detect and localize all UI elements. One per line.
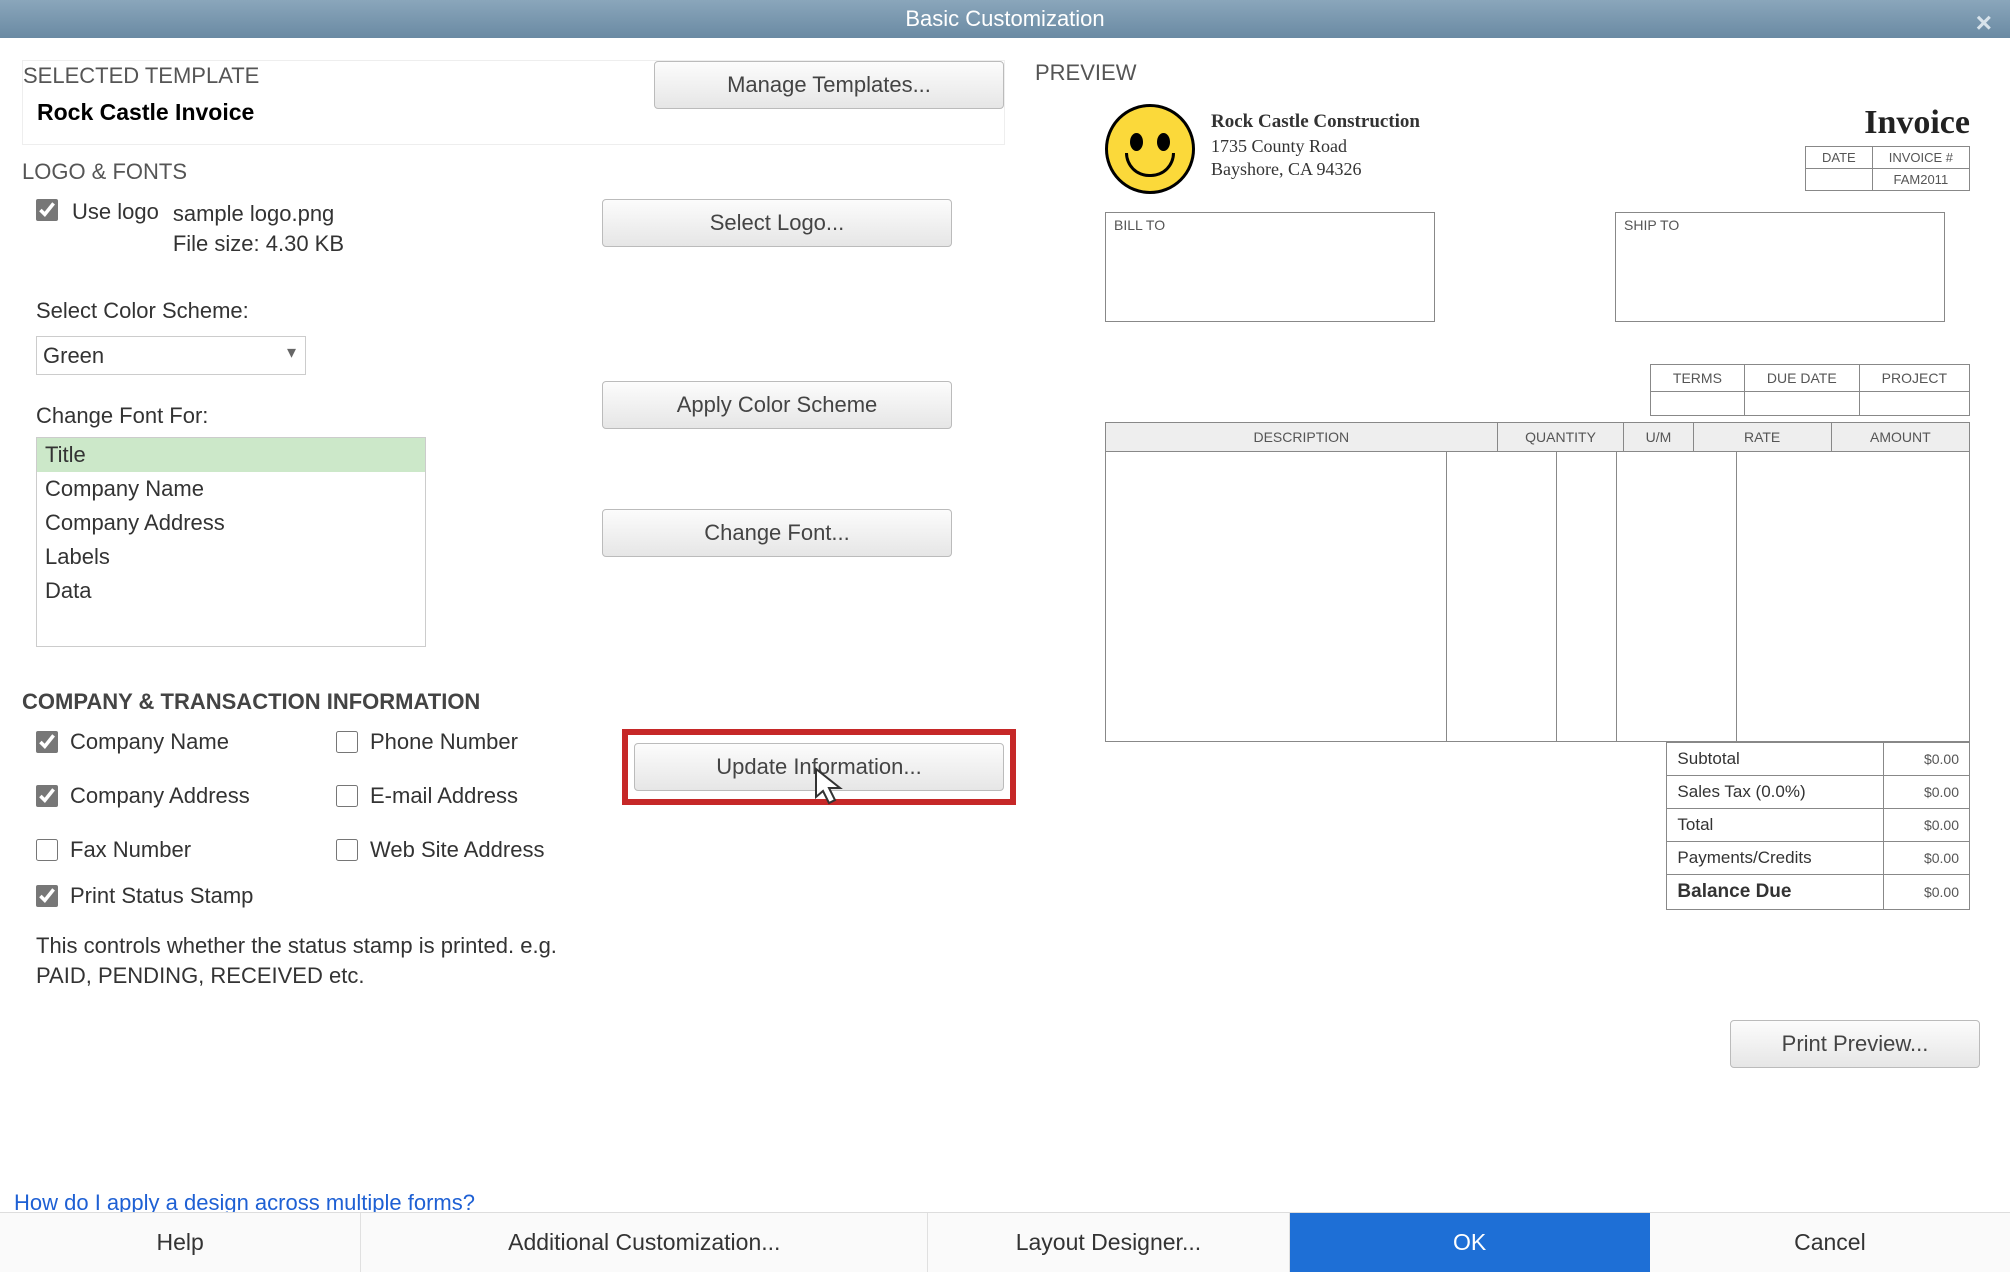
preview-heading: PREVIEW	[1025, 60, 1990, 86]
help-button[interactable]: Help	[0, 1213, 361, 1272]
line-items-header: DESCRIPTION QUANTITY U/M RATE AMOUNT	[1105, 422, 1970, 452]
website-checkbox[interactable]	[336, 839, 358, 861]
template-name: Rock Castle Invoice	[37, 99, 259, 126]
apply-color-scheme-button[interactable]: Apply Color Scheme	[602, 381, 952, 429]
website-label: Web Site Address	[370, 837, 544, 863]
email-address-label: E-mail Address	[370, 783, 518, 809]
logo-smiley-icon	[1105, 104, 1195, 194]
font-item-company-name[interactable]: Company Name	[37, 472, 425, 506]
change-font-label: Change Font For:	[36, 403, 602, 429]
select-logo-button[interactable]: Select Logo...	[602, 199, 952, 247]
layout-designer-button[interactable]: Layout Designer...	[928, 1213, 1289, 1272]
status-note-line1: This controls whether the status stamp i…	[36, 931, 1005, 961]
change-font-button[interactable]: Change Font...	[602, 509, 952, 557]
color-scheme-label: Select Color Scheme:	[36, 298, 602, 324]
ok-button[interactable]: OK	[1290, 1213, 1650, 1272]
selected-template-heading: SELECTED TEMPLATE	[23, 63, 259, 89]
invoice-title: Invoice	[1805, 104, 1970, 142]
company-address-checkbox[interactable]	[36, 785, 58, 807]
line-items-body	[1105, 452, 1970, 742]
phone-number-label: Phone Number	[370, 729, 518, 755]
logo-fonts-heading: LOGO & FONTS	[22, 159, 1005, 185]
print-status-label: Print Status Stamp	[70, 883, 253, 909]
manage-templates-button[interactable]: Manage Templates...	[654, 61, 1004, 109]
logo-filesize: File size: 4.30 KB	[173, 229, 344, 259]
footer-bar: Help Additional Customization... Layout …	[0, 1212, 2010, 1272]
company-name-label: Company Name	[70, 729, 229, 755]
preview-company-name: Rock Castle Construction	[1211, 110, 1420, 135]
font-item-data[interactable]: Data	[37, 574, 425, 608]
print-status-checkbox[interactable]	[36, 885, 58, 907]
cursor-icon	[812, 767, 856, 811]
company-name-checkbox[interactable]	[36, 731, 58, 753]
totals-table: Subtotal$0.00 Sales Tax (0.0%)$0.00 Tota…	[1105, 742, 1970, 910]
window-title: Basic Customization	[905, 6, 1104, 31]
use-logo-checkbox[interactable]	[36, 199, 58, 221]
additional-customization-button[interactable]: Additional Customization...	[361, 1213, 928, 1272]
preview-addr2: Bayshore, CA 94326	[1211, 158, 1420, 181]
close-icon[interactable]: ×	[1976, 4, 1992, 42]
email-address-checkbox[interactable]	[336, 785, 358, 807]
cancel-button[interactable]: Cancel	[1650, 1213, 2010, 1272]
ship-to-box: SHIP TO	[1615, 212, 1945, 322]
use-logo-label: Use logo	[72, 199, 159, 225]
font-listbox[interactable]: Title Company Name Company Address Label…	[36, 437, 426, 647]
color-scheme-select[interactable]: Green	[36, 336, 306, 375]
font-item-company-address[interactable]: Company Address	[37, 506, 425, 540]
phone-number-checkbox[interactable]	[336, 731, 358, 753]
font-item-title[interactable]: Title	[37, 438, 425, 472]
font-item-labels[interactable]: Labels	[37, 540, 425, 574]
print-preview-button[interactable]: Print Preview...	[1730, 1020, 1980, 1068]
logo-filename: sample logo.png	[173, 199, 344, 229]
preview-addr1: 1735 County Road	[1211, 135, 1420, 158]
preview-document: Rock Castle Construction 1735 County Roa…	[1025, 104, 1990, 910]
fax-number-label: Fax Number	[70, 837, 191, 863]
company-info-heading: COMPANY & TRANSACTION INFORMATION	[22, 689, 1005, 715]
status-note-line2: PAID, PENDING, RECEIVED etc.	[36, 961, 1005, 991]
terms-table: TERMSDUE DATEPROJECT	[1105, 364, 1970, 416]
company-address-label: Company Address	[70, 783, 250, 809]
window-titlebar: Basic Customization ×	[0, 0, 2010, 38]
fax-number-checkbox[interactable]	[36, 839, 58, 861]
bill-to-box: BILL TO	[1105, 212, 1435, 322]
invoice-meta-table: DATEINVOICE # FAM2011	[1805, 146, 1970, 191]
